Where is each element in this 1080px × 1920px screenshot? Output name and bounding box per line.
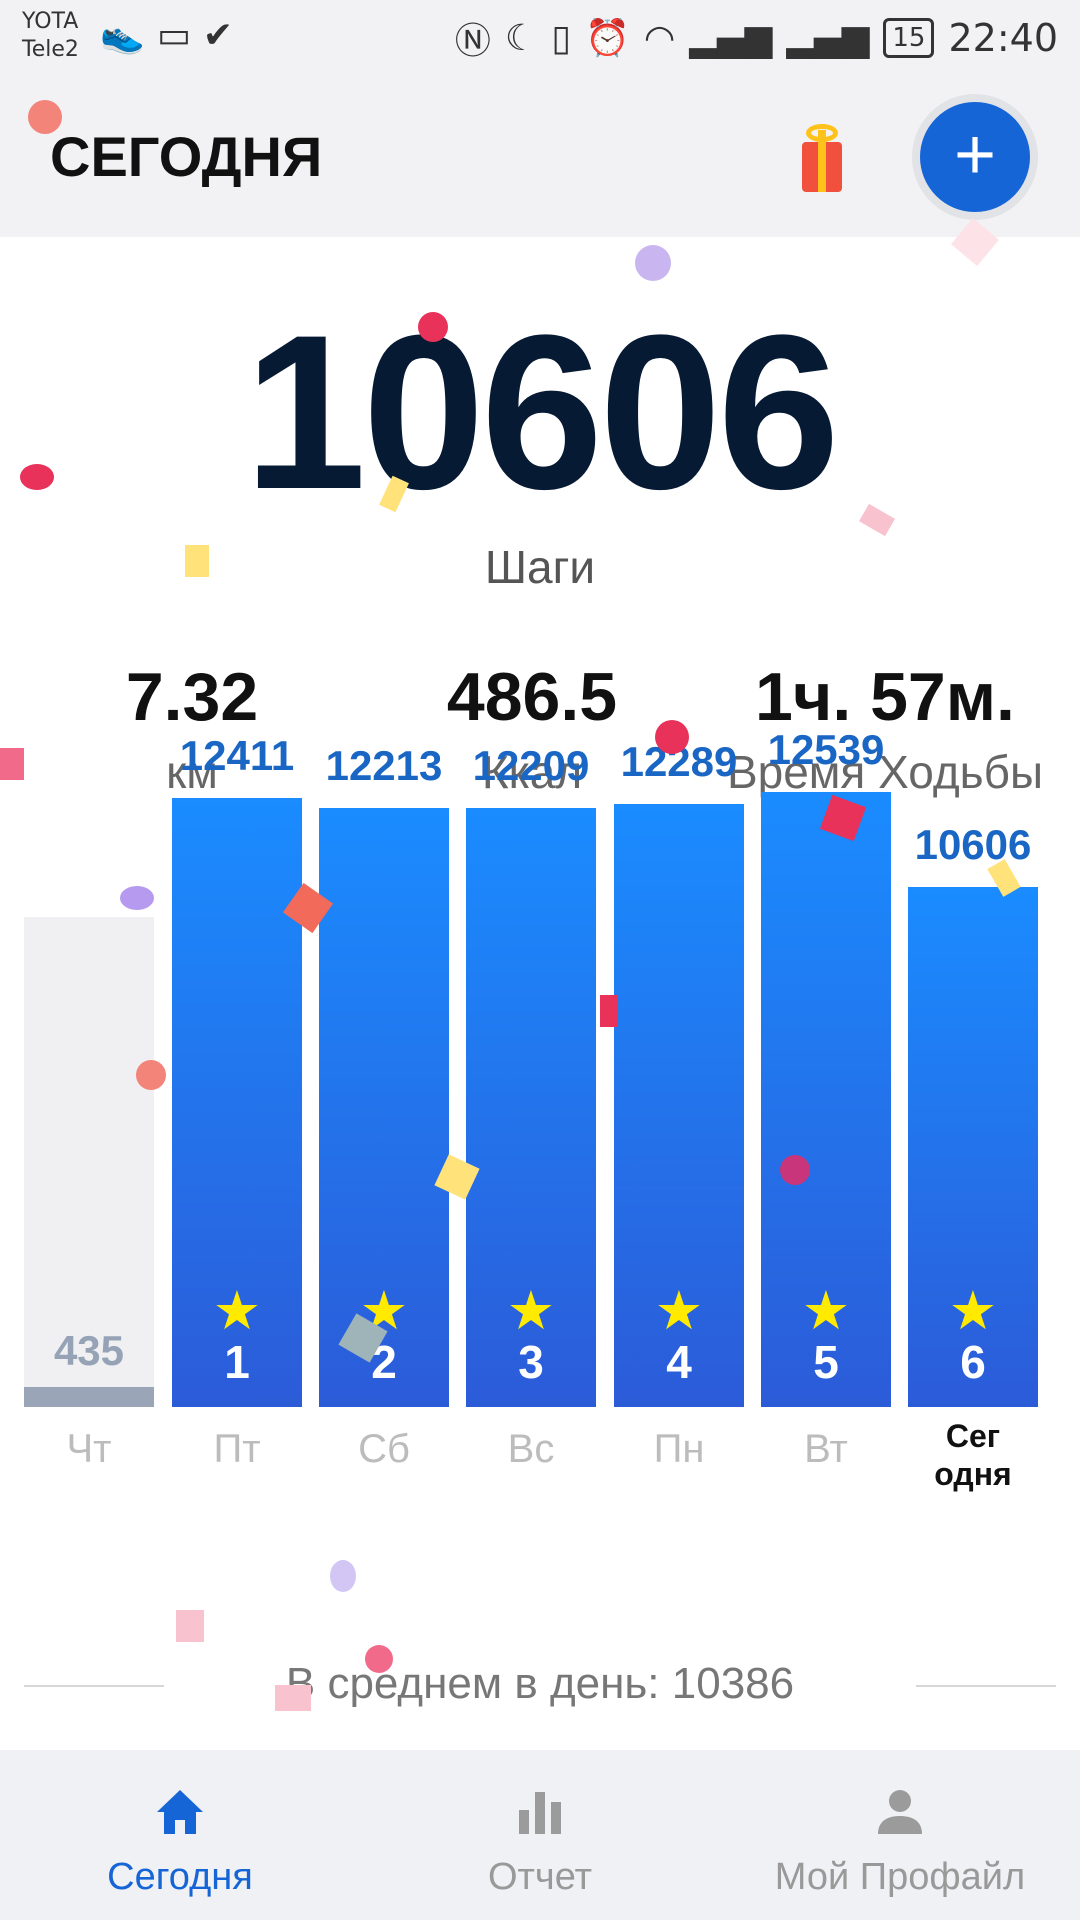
confetti xyxy=(0,748,24,780)
chart-day-label[interactable]: Сег одня xyxy=(898,1417,1048,1493)
chart-value-label: 12209 xyxy=(472,742,590,789)
system-icons: Ⓝ ☾ ▯ ⏰ ◠ ▂▄▆ ▂▄▆ 15 22:40 xyxy=(455,12,1058,64)
chart-value-label: 10606 xyxy=(914,821,1032,868)
carrier-2: Tele2 xyxy=(22,37,79,62)
chart-day-label[interactable]: Пт xyxy=(162,1427,312,1472)
chart-rank-label: 3 xyxy=(518,1336,544,1388)
star-icon: ★ xyxy=(801,1281,851,1341)
confetti xyxy=(780,1155,810,1185)
vibrate-icon: ▯ xyxy=(551,17,572,59)
star-icon: ★ xyxy=(506,1281,556,1341)
clock: 22:40 xyxy=(948,16,1058,60)
chart-rank-label: 1 xyxy=(224,1336,250,1388)
steps-label: Шаги xyxy=(484,541,596,593)
walk-time-value: 1ч. 57м. xyxy=(755,659,1015,735)
daily-average: В среднем в день: 10386 xyxy=(285,1659,795,1708)
chart-rank-label: 5 xyxy=(813,1336,839,1388)
star-icon: ★ xyxy=(654,1281,704,1341)
tab-profile-label: Мой Профайл xyxy=(774,1856,1026,1898)
chart-bar-fill xyxy=(24,1387,154,1407)
gift-icon[interactable] xyxy=(800,120,844,192)
tab-today[interactable]: Сегодня xyxy=(0,1750,360,1920)
chart-value-label: 12213 xyxy=(325,742,443,789)
home-icon xyxy=(157,1790,203,1834)
confetti xyxy=(418,312,448,342)
tab-report[interactable]: Отчет xyxy=(360,1750,720,1920)
chart-value-label: 435 xyxy=(53,1327,125,1374)
chart-day-label[interactable]: Пн xyxy=(604,1427,754,1472)
confetti xyxy=(600,995,618,1027)
today-card: 10606 Шаги 7.32 км 486.5 Ккал 1ч. 57м. В… xyxy=(0,237,1080,1750)
bar-chart-icon xyxy=(519,1792,561,1834)
nfc-icon: Ⓝ xyxy=(454,21,491,62)
battery-icon: 15 xyxy=(883,18,935,58)
add-button[interactable]: + xyxy=(920,102,1030,212)
carrier-1: YOTA xyxy=(22,9,79,34)
steps-count: 10606 xyxy=(244,289,840,535)
confetti xyxy=(28,100,62,134)
shoe-icon: 👟 xyxy=(100,15,157,56)
tab-today-label: Сегодня xyxy=(107,1856,253,1898)
wifi-icon: ◠ xyxy=(643,17,676,59)
confetti xyxy=(176,1610,204,1642)
confetti xyxy=(330,1560,356,1592)
moon-icon: ☾ xyxy=(504,17,538,59)
star-icon: ★ xyxy=(948,1281,998,1341)
app-bar: СЕГОДНЯ + xyxy=(0,82,1080,237)
confetti xyxy=(365,1645,393,1673)
profile-icon xyxy=(878,1790,922,1834)
status-bar: YOTA Tele2 👟▭✔ Ⓝ ☾ ▯ ⏰ ◠ ▂▄▆ ▂▄▆ 15 22:4… xyxy=(0,0,1080,82)
calories-value: 486.5 xyxy=(446,659,618,735)
chart-rank-label: 6 xyxy=(960,1336,986,1388)
chart-day-label[interactable]: Чт xyxy=(14,1427,164,1472)
confetti xyxy=(655,720,689,754)
confetti xyxy=(185,545,209,577)
weekly-steps-chart: 435 Чт 12411 ★ 1 Пт 12213 ★ 2 Сб 12209 ★ 3 Вс 12289 ★ 4 П… xyxy=(0,726,1080,1657)
confetti xyxy=(120,886,154,910)
signal-icon: ▂▄▆ xyxy=(689,17,773,59)
check-icon: ✔ xyxy=(202,15,246,56)
confetti xyxy=(136,1060,166,1090)
signal-icon-2: ▂▄▆ xyxy=(786,17,870,59)
tab-report-label: Отчет xyxy=(487,1856,593,1898)
confetti xyxy=(635,245,671,281)
bottom-nav: Сегодня Отчет Мой Профайл xyxy=(0,1750,1080,1920)
distance-value: 7.32 xyxy=(125,659,259,735)
chart-value-label: 12411 xyxy=(179,732,295,779)
tab-profile[interactable]: Мой Профайл xyxy=(720,1750,1080,1920)
chart-day-label[interactable]: Сб xyxy=(309,1427,459,1472)
star-icon: ★ xyxy=(212,1281,262,1341)
chart-day-label[interactable]: Вс xyxy=(456,1427,606,1472)
plus-icon: + xyxy=(953,115,997,195)
confetti xyxy=(275,1685,311,1711)
chart-day-label[interactable]: Вт xyxy=(751,1427,901,1472)
notification-icons: 👟▭✔ xyxy=(100,14,245,56)
monitor-icon: ▭ xyxy=(156,15,203,56)
carrier-labels: YOTA Tele2 xyxy=(22,8,79,64)
confetti xyxy=(20,464,54,490)
chart-value-label: 12539 xyxy=(767,726,885,773)
alarm-icon: ⏰ xyxy=(585,18,630,59)
divider-right xyxy=(916,1685,1056,1687)
page-title: СЕГОДНЯ xyxy=(50,125,323,188)
chart-rank-label: 4 xyxy=(666,1336,692,1388)
